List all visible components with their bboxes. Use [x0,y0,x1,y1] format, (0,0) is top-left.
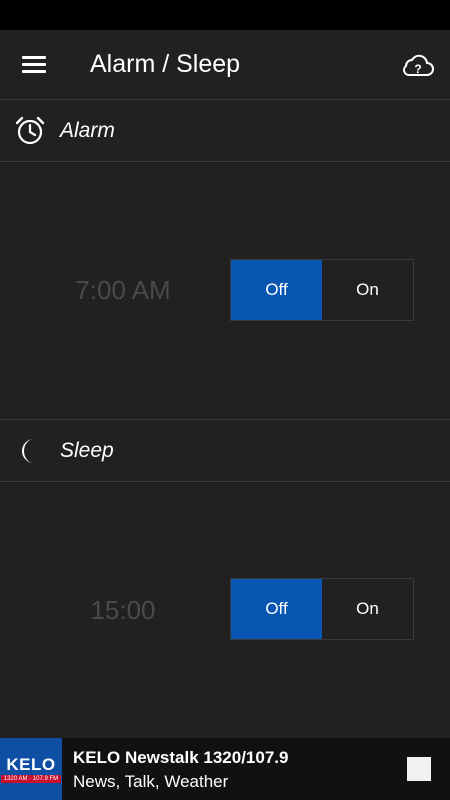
alarm-on-button[interactable]: On [322,260,413,320]
sleep-toggle: Off On [230,578,414,640]
sleep-on-button[interactable]: On [322,579,413,639]
alarm-section-label: Alarm [60,119,115,142]
station-logo: KELO 1320 AM · 107.9 FM [0,738,62,800]
alarm-section-header: Alarm [0,100,450,162]
app-bar: Alarm / Sleep ? [0,30,450,100]
alarm-off-button[interactable]: Off [231,260,322,320]
station-name: KELO Newstalk 1320/107.9 [73,748,289,767]
status-bar [0,0,450,30]
station-tagline: News, Talk, Weather [73,772,229,791]
alarm-toggle: Off On [230,259,414,321]
sleep-off-button[interactable]: Off [231,579,322,639]
page-title: Alarm / Sleep [90,50,241,78]
alarm-time-value[interactable]: 7:00 AM [0,275,246,306]
sleep-section-header: Sleep [0,420,450,482]
cloud-help-icon[interactable]: ? [400,52,436,80]
sleep-time-value[interactable]: 15:00 [0,595,246,626]
sleep-section-body: 15:00 Off On [0,482,450,738]
now-playing-bar[interactable]: KELO 1320 AM · 107.9 FM KELO Newstalk 13… [0,738,450,800]
alarm-section-body: 7:00 AM Off On [0,162,450,419]
alarm-clock-icon [14,115,46,147]
hamburger-menu-icon[interactable] [18,50,52,80]
stop-icon[interactable] [407,757,431,781]
sleep-section-label: Sleep [60,439,114,462]
moon-icon [14,435,46,467]
svg-text:?: ? [414,62,421,76]
